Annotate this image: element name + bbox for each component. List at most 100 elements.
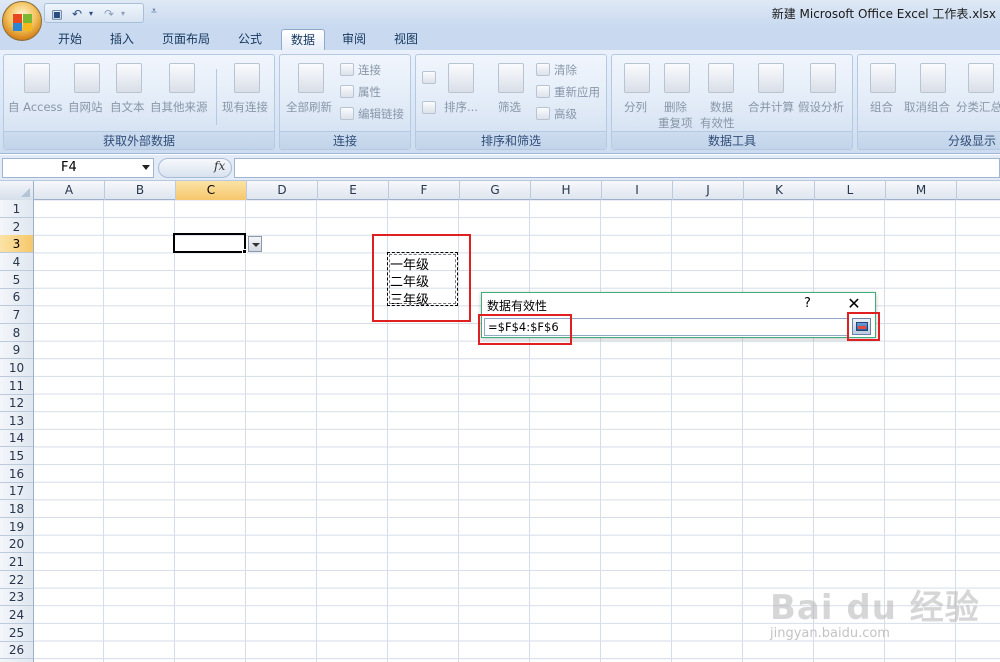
tab-page-layout[interactable]: 页面布局 (154, 29, 218, 50)
column-header-m[interactable]: M (886, 181, 957, 200)
customize-qat-icon[interactable]: ⩡ (146, 4, 162, 20)
existing-connections-icon (234, 63, 260, 93)
row-header-23[interactable]: 23 (0, 588, 33, 607)
column-header-a[interactable]: A (34, 181, 105, 200)
from-other-sources-button[interactable]: 自其他来源 (150, 99, 208, 115)
active-cell-c3[interactable] (173, 233, 246, 253)
row-header-3[interactable]: 3 (0, 235, 33, 254)
clear-icon (536, 63, 550, 76)
row-header-20[interactable]: 20 (0, 535, 33, 554)
data-validation-button[interactable]: 数据 (710, 99, 733, 115)
row-header-24[interactable]: 24 (0, 606, 33, 624)
row-header-5[interactable]: 5 (0, 271, 33, 289)
group-label-connections: 连接 (280, 131, 410, 149)
subtotal-button[interactable]: 分类汇总 (956, 99, 1000, 115)
from-access-button[interactable]: 自 Access (8, 99, 63, 115)
select-all-corner[interactable] (0, 181, 34, 200)
validation-dropdown-button[interactable] (248, 236, 262, 252)
office-button[interactable] (2, 1, 42, 41)
consolidate-button[interactable]: 合并计算 (748, 99, 794, 115)
tab-insert[interactable]: 插入 (100, 29, 144, 50)
connections-button[interactable]: 连接 (358, 62, 381, 78)
row-header-21[interactable]: 21 (0, 553, 33, 571)
from-web-button[interactable]: 自网站 (68, 99, 103, 115)
row-header-2[interactable]: 2 (0, 218, 33, 236)
row-header-16[interactable]: 16 (0, 465, 33, 483)
name-box-dropdown-icon[interactable] (142, 165, 150, 170)
remove-duplicates-button[interactable]: 删除 (664, 99, 687, 115)
from-text-button[interactable]: 自文本 (110, 99, 145, 115)
filter-button[interactable]: 筛选 (498, 99, 521, 115)
row-header-9[interactable]: 9 (0, 341, 33, 360)
tab-home[interactable]: 开始 (50, 29, 90, 50)
column-header-d[interactable]: D (247, 181, 318, 200)
column-header-k[interactable]: K (744, 181, 815, 200)
edit-links-icon (340, 107, 354, 120)
text-to-columns-icon (624, 63, 650, 93)
formula-input[interactable] (234, 158, 1000, 178)
row-header-6[interactable]: 6 (0, 288, 33, 307)
save-icon[interactable]: ▣ (49, 6, 65, 22)
row-header-10[interactable]: 10 (0, 359, 33, 377)
column-header-i[interactable]: I (602, 181, 673, 200)
refresh-all-button[interactable]: 全部刷新 (286, 99, 332, 115)
sort-button[interactable]: 排序... (444, 99, 478, 115)
fill-handle[interactable] (242, 249, 247, 254)
group-button[interactable]: 组合 (870, 99, 893, 115)
row-header-25[interactable]: 25 (0, 624, 33, 642)
column-header-h[interactable]: H (531, 181, 602, 200)
close-icon[interactable]: ✕ (844, 294, 864, 314)
edit-links-button[interactable]: 编辑链接 (358, 106, 404, 122)
row-header-11[interactable]: 11 (0, 377, 33, 395)
other-sources-icon (169, 63, 195, 93)
clear-button[interactable]: 清除 (554, 62, 577, 78)
text-file-icon (116, 63, 142, 93)
row-header-15[interactable]: 15 (0, 447, 33, 466)
ungroup-button[interactable]: 取消组合 (904, 99, 950, 115)
ribbon: 自 Access 自网站 自文本 自其他来源 现有连接 获取外部数据 全部刷新 … (0, 50, 1000, 154)
row-header-17[interactable]: 17 (0, 482, 33, 501)
data-validation-icon (708, 63, 734, 93)
text-to-columns-button[interactable]: 分列 (624, 99, 647, 115)
column-header-l[interactable]: L (815, 181, 886, 200)
advanced-button[interactable]: 高级 (554, 106, 577, 122)
column-header-e[interactable]: E (318, 181, 389, 200)
column-header-c[interactable]: C (176, 181, 247, 200)
row-header-22[interactable]: 22 (0, 571, 33, 589)
sort-descending-icon[interactable] (422, 101, 436, 114)
row-header-14[interactable]: 14 (0, 429, 33, 448)
existing-connections-button[interactable]: 现有连接 (222, 99, 268, 115)
sort-ascending-icon[interactable] (422, 71, 436, 84)
sort-icon (448, 63, 474, 93)
properties-icon (340, 85, 354, 98)
row-header-19[interactable]: 19 (0, 518, 33, 536)
tab-view[interactable]: 视图 (384, 29, 428, 50)
column-header-g[interactable]: G (460, 181, 531, 200)
dialog-title: 数据有效性 (487, 299, 548, 313)
reapply-button[interactable]: 重新应用 (554, 84, 600, 100)
row-header-8[interactable]: 8 (0, 324, 33, 342)
data-validation-button-line2[interactable]: 有效性 (700, 115, 735, 131)
row-header-4[interactable]: 4 (0, 253, 33, 271)
row-header-26[interactable]: 26 (0, 641, 33, 660)
row-header-13[interactable]: 13 (0, 412, 33, 430)
help-icon[interactable]: ? (804, 296, 811, 311)
name-box[interactable]: F4 (2, 158, 154, 178)
column-header-b[interactable]: B (105, 181, 176, 200)
column-header-j[interactable]: J (673, 181, 744, 200)
remove-duplicates-button-line2[interactable]: 重复项 (658, 115, 693, 131)
tab-data[interactable]: 数据 (281, 29, 325, 50)
row-header-1[interactable]: 1 (0, 200, 33, 218)
column-header-f[interactable]: F (389, 181, 460, 200)
properties-button[interactable]: 属性 (358, 84, 381, 100)
undo-dropdown-icon[interactable]: ▾ (83, 6, 99, 22)
annotation-box-formula (478, 314, 572, 345)
tab-formulas[interactable]: 公式 (228, 29, 272, 50)
what-if-button[interactable]: 假设分析 (798, 99, 844, 115)
tab-review[interactable]: 审阅 (334, 29, 374, 50)
redo-dropdown-icon[interactable]: ▾ (115, 6, 131, 22)
row-header-18[interactable]: 18 (0, 500, 33, 519)
row-header-12[interactable]: 12 (0, 394, 33, 413)
insert-function-icon[interactable]: fx (214, 159, 225, 173)
row-header-7[interactable]: 7 (0, 306, 33, 324)
